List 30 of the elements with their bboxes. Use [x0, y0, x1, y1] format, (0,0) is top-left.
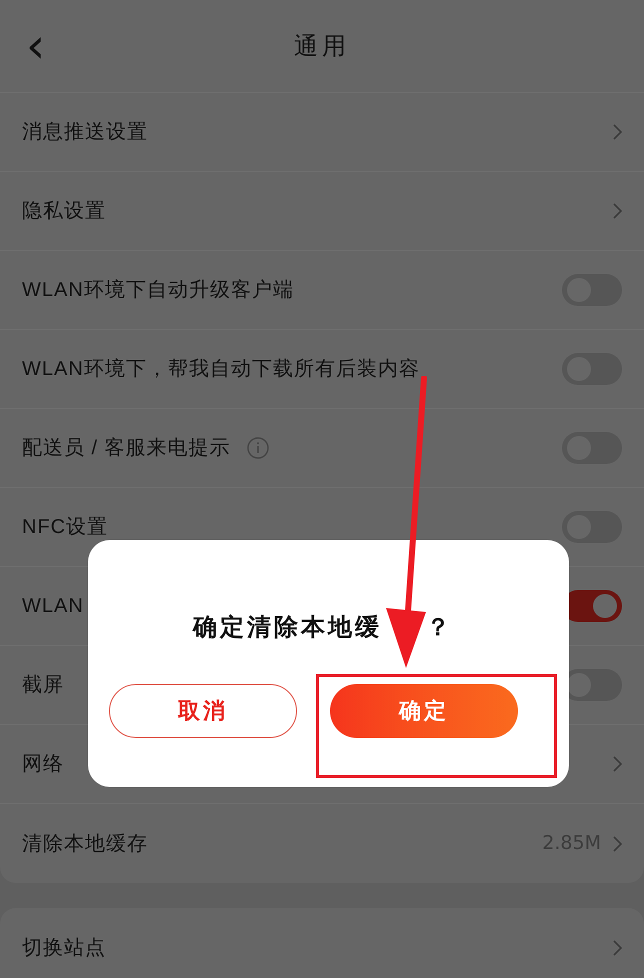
settings-row[interactable]: 隐私设置	[0, 172, 644, 251]
row-label: 截屏	[22, 673, 64, 698]
back-button[interactable]: ‹	[26, 22, 46, 70]
row-label: WLAN环境下自动升级客户端	[22, 278, 294, 303]
chevron-right-icon	[613, 836, 622, 852]
settings-row[interactable]: 切换站点	[0, 908, 644, 978]
row-label: WLAN环境下，帮我自动下载所有后装内容	[22, 357, 420, 382]
chevron-right-icon	[613, 940, 622, 956]
row-label: 消息推送设置	[22, 120, 148, 145]
page-title: 通用	[294, 31, 350, 62]
row-label: 网络	[22, 752, 64, 777]
settings-row[interactable]: WLAN环境下自动升级客户端	[0, 251, 644, 330]
row-label: 配送员 / 客服来电提示	[22, 436, 231, 461]
cancel-button[interactable]: 取消	[109, 684, 297, 738]
info-icon[interactable]	[246, 437, 269, 459]
settings-row[interactable]: WLAN环境下，帮我自动下载所有后装内容	[0, 330, 644, 409]
toggle-switch[interactable]	[562, 511, 622, 543]
chevron-right-icon	[613, 756, 622, 772]
row-label: WLAN	[22, 594, 84, 619]
confirm-button[interactable]: 确定	[330, 684, 518, 738]
chevron-right-icon	[613, 124, 622, 140]
row-label: 隐私设置	[22, 199, 106, 224]
settings-row[interactable]: 配送员 / 客服来电提示	[0, 409, 644, 488]
settings-row[interactable]: 消息推送设置	[0, 93, 644, 172]
chevron-right-icon	[613, 203, 622, 219]
row-label: 切换站点	[22, 936, 106, 960]
row-label: 清除本地缓存	[22, 832, 148, 856]
question-mark: ？	[426, 612, 450, 643]
dialog-message: 确定清除本地缓	[193, 612, 382, 643]
row-label: NFC设置	[22, 515, 108, 540]
